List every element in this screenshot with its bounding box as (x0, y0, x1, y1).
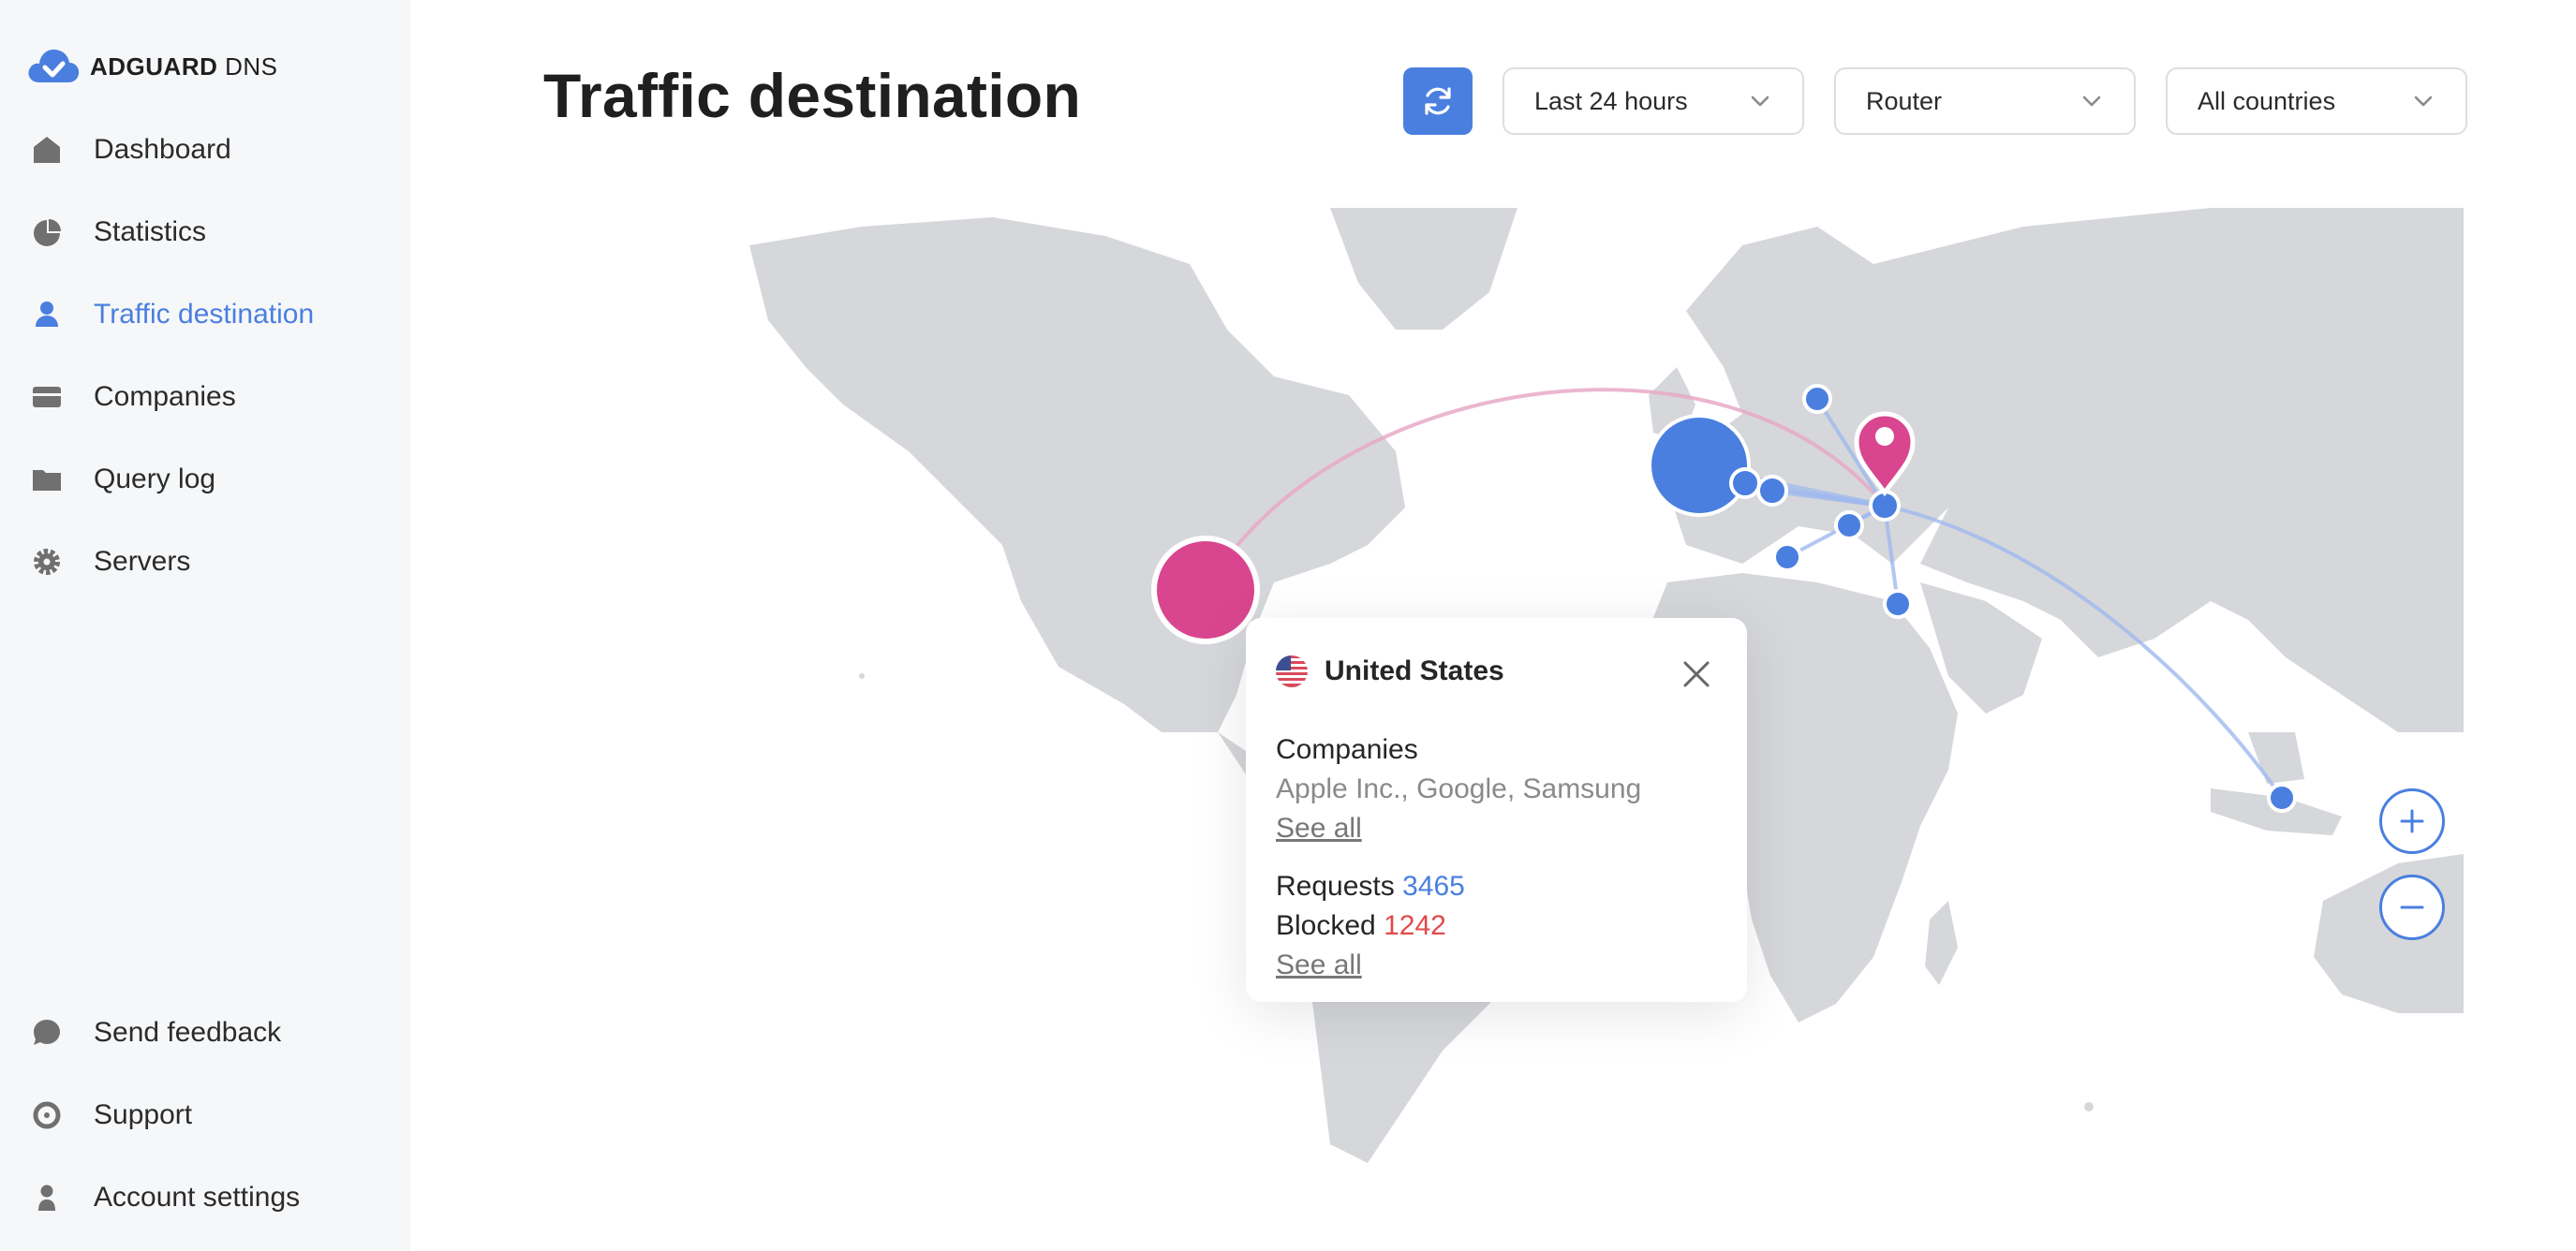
blocked-row: Blocked 1242 (1276, 910, 1446, 942)
user-icon (28, 1179, 66, 1216)
australia (2314, 854, 2464, 1013)
island (2084, 1102, 2094, 1111)
period-select-value: Last 24 hours (1534, 86, 1688, 115)
marker-israel (1883, 589, 1913, 619)
adguard-cloud-logo-icon (28, 49, 80, 82)
companies-value: Apple Inc., Google, Samsung (1276, 773, 1642, 804)
requests-row: Requests 3465 (1276, 871, 1465, 903)
sidebar-item-label: Companies (94, 381, 236, 412)
sidebar-item-label: Account settings (94, 1182, 301, 1213)
marker-spain (1772, 542, 1802, 572)
sidebar-item-label: Send feedback (94, 1017, 282, 1048)
refresh-icon (1425, 87, 1451, 115)
popup-country-name: United States (1325, 655, 1504, 686)
marker-sweden (1802, 384, 1832, 414)
marker-belgium (1756, 475, 1788, 507)
sidebar-item-send-feedback[interactable]: Send feedback (28, 1005, 281, 1061)
device-select-value: Router (1866, 86, 1943, 115)
sidebar-item-statistics[interactable]: Statistics (28, 204, 206, 260)
sidebar-item-label: Servers (94, 546, 191, 577)
logo[interactable]: ADGUARD DNS (26, 43, 278, 90)
companies-see-all-link[interactable]: See all (1276, 813, 1362, 845)
greenland (1330, 208, 1517, 330)
sidebar-item-companies[interactable]: Companies (28, 369, 236, 425)
country-select-value: All countries (2198, 86, 2336, 115)
sidebar-item-traffic-destination[interactable]: Traffic destination (28, 287, 314, 343)
logo-text: ADGUARD DNS (90, 52, 278, 81)
close-icon (1683, 661, 1710, 687)
pie-chart-icon (28, 213, 66, 251)
sidebar-item-label: Dashboard (94, 134, 231, 165)
home-icon (28, 131, 66, 169)
blocked-value: 1242 (1384, 910, 1446, 941)
sidebar-item-servers[interactable]: Servers (28, 534, 190, 590)
blocked-label: Blocked (1276, 910, 1376, 941)
marker-large-blue (1648, 414, 1751, 517)
us-flag-icon (1276, 655, 1308, 687)
chevron-down-icon (1751, 96, 1769, 107)
device-select[interactable]: Router (1834, 67, 2136, 135)
marker-italy (1834, 510, 1864, 540)
lifebuoy-icon (28, 1096, 66, 1134)
zoom-in-button[interactable] (2379, 788, 2445, 854)
chevron-down-icon (2414, 96, 2433, 107)
requests-value: 3465 (1402, 871, 1465, 902)
marker-netherlands (1729, 467, 1761, 499)
madagascar (1925, 901, 1958, 985)
requests-see-all-link[interactable]: See all (1276, 949, 1362, 981)
card-icon (28, 378, 66, 416)
plus-icon (2400, 809, 2424, 833)
period-select[interactable]: Last 24 hours (1503, 67, 1804, 135)
sidebar-item-label: Statistics (94, 216, 207, 247)
sidebar-item-query-log[interactable]: Query log (28, 451, 215, 508)
sidebar-item-label: Support (94, 1099, 193, 1130)
sidebar-item-label: Traffic destination (94, 299, 315, 330)
popup-header: United States (1276, 655, 1504, 687)
country-info-popup: United States Companies Apple Inc., Goog… (1246, 618, 1747, 1002)
refresh-button[interactable] (1403, 67, 1473, 135)
sidebar-item-dashboard[interactable]: Dashboard (28, 122, 231, 178)
sidebar-item-support[interactable]: Support (28, 1087, 192, 1143)
location-user-icon (28, 296, 66, 333)
island (859, 673, 865, 679)
sidebar-item-label: Query log (94, 464, 216, 494)
sidebar: ADGUARD DNS Dashboard Statistics Traffic… (0, 0, 410, 1251)
folder-icon (28, 461, 66, 498)
marker-united-states (1151, 536, 1260, 644)
chevron-down-icon (2082, 96, 2101, 107)
companies-label: Companies (1276, 734, 1418, 765)
minus-icon (2400, 905, 2424, 909)
popup-close-button[interactable] (1678, 655, 1715, 693)
requests-label: Requests (1276, 871, 1395, 902)
sidebar-item-account-settings[interactable]: Account settings (28, 1170, 300, 1226)
gear-icon (28, 543, 66, 581)
zoom-out-button[interactable] (2379, 875, 2445, 940)
borneo (2248, 732, 2304, 784)
country-select[interactable]: All countries (2166, 67, 2467, 135)
page-title: Traffic destination (543, 61, 1082, 130)
marker-singapore (2267, 783, 2297, 813)
chat-bubble-icon (28, 1014, 66, 1052)
